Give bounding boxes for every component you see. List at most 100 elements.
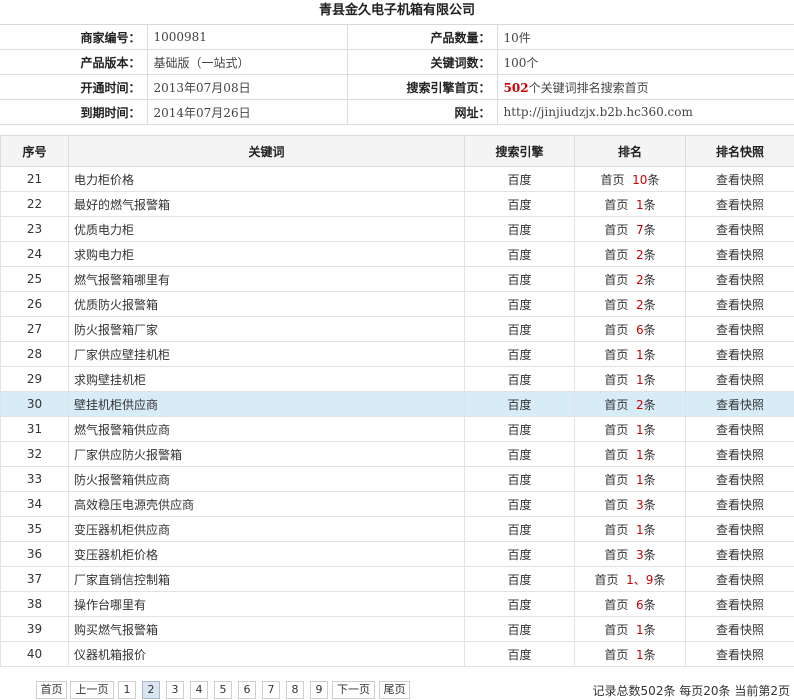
table-row: 24 求购电力柜 百度 首页 2条 查看快照 — [0, 241, 794, 267]
url-label: 网址： — [347, 99, 498, 125]
expire-value: 2014年07月26日 — [147, 99, 348, 125]
page-number-button[interactable]: 7 — [262, 681, 280, 699]
rank-prefix: 首页 — [604, 247, 629, 262]
engine-cell: 百度 — [464, 341, 575, 367]
snapshot-cell: 查看快照 — [685, 591, 794, 617]
rank-number: 6 — [636, 597, 644, 612]
table-header-row: 序号 关键词 搜索引擎 排名 排名快照 — [0, 135, 794, 167]
view-snapshot-link[interactable]: 查看快照 — [716, 648, 764, 662]
rank-prefix: 首页 — [604, 372, 629, 387]
rank-suffix: 条 — [643, 647, 656, 662]
rank-number: 3 — [636, 497, 644, 512]
table-row: 25 燃气报警箱哪里有 百度 首页 2条 查看快照 — [0, 266, 794, 292]
rank-cell: 首页 2条 — [574, 391, 686, 417]
rank-suffix: 条 — [643, 422, 656, 437]
keyword-ranking-table: 序号 关键词 搜索引擎 排名 排名快照 21 电力柜价格 百度 首页 10条 查看快照 2… — [0, 135, 794, 667]
engine-home-text: 个关键词排名搜索首页 — [528, 80, 649, 95]
url-value[interactable]: http://jinjiudzjx.b2b.hc360.com — [497, 99, 794, 125]
view-snapshot-link[interactable]: 查看快照 — [716, 223, 764, 237]
rank-cell: 首页 1条 — [574, 641, 686, 667]
engine-cell: 百度 — [464, 566, 575, 592]
prev-page-button[interactable]: 上一页 — [70, 681, 114, 699]
view-snapshot-link[interactable]: 查看快照 — [716, 473, 764, 487]
row-number: 26 — [0, 291, 69, 317]
keyword-cell: 操作台哪里有 — [68, 591, 465, 617]
table-row: 26 优质防火报警箱 百度 首页 2条 查看快照 — [0, 291, 794, 317]
row-number: 31 — [0, 416, 69, 442]
engine-cell: 百度 — [464, 266, 575, 292]
view-snapshot-link[interactable]: 查看快照 — [716, 198, 764, 212]
row-number: 25 — [0, 266, 69, 292]
view-snapshot-link[interactable]: 查看快照 — [716, 598, 764, 612]
engine-cell: 百度 — [464, 241, 575, 267]
table-row: 37 厂家直销信控制箱 百度 首页 1、9条 查看快照 — [0, 566, 794, 592]
view-snapshot-link[interactable]: 查看快照 — [716, 173, 764, 187]
keyword-cell: 燃气报警箱哪里有 — [68, 266, 465, 292]
page-number-button[interactable]: 1 — [118, 681, 136, 699]
view-snapshot-link[interactable]: 查看快照 — [716, 273, 764, 287]
engine-cell: 百度 — [464, 416, 575, 442]
product-count-value: 10件 — [497, 24, 794, 50]
table-row: 35 变压器机柜供应商 百度 首页 1条 查看快照 — [0, 516, 794, 542]
page-number-button[interactable]: 3 — [166, 681, 184, 699]
engine-cell: 百度 — [464, 166, 575, 192]
engine-cell: 百度 — [464, 641, 575, 667]
view-snapshot-link[interactable]: 查看快照 — [716, 523, 764, 537]
snapshot-cell: 查看快照 — [685, 491, 794, 517]
rank-suffix: 条 — [643, 522, 656, 537]
view-snapshot-link[interactable]: 查看快照 — [716, 373, 764, 387]
view-snapshot-link[interactable]: 查看快照 — [716, 623, 764, 637]
engine-home-count: 502 — [503, 80, 529, 95]
page-number-button[interactable]: 5 — [214, 681, 232, 699]
rank-prefix: 首页 — [604, 347, 629, 362]
last-page-button[interactable]: 尾页 — [379, 681, 410, 699]
keyword-cell: 优质防火报警箱 — [68, 291, 465, 317]
page-number-button[interactable]: 8 — [286, 681, 304, 699]
row-number: 27 — [0, 316, 69, 342]
view-snapshot-link[interactable]: 查看快照 — [716, 248, 764, 262]
merchant-id-value: 1000981 — [147, 24, 348, 50]
rank-cell: 首页 6条 — [574, 591, 686, 617]
rank-cell: 首页 2条 — [574, 241, 686, 267]
page-number-button[interactable]: 9 — [310, 681, 328, 699]
engine-cell: 百度 — [464, 291, 575, 317]
table-row: 22 最好的燃气报警箱 百度 首页 1条 查看快照 — [0, 191, 794, 217]
view-snapshot-link[interactable]: 查看快照 — [716, 323, 764, 337]
view-snapshot-link[interactable]: 查看快照 — [716, 298, 764, 312]
rank-number: 1 — [636, 422, 644, 437]
page-number-button[interactable]: 4 — [190, 681, 208, 699]
keyword-count-label: 关键词数： — [347, 49, 498, 75]
rank-number: 1 — [636, 647, 644, 662]
rank-cell: 首页 1条 — [574, 341, 686, 367]
next-page-button[interactable]: 下一页 — [332, 681, 375, 699]
keyword-cell: 高效稳压电源壳供应商 — [68, 491, 465, 517]
engine-cell: 百度 — [464, 391, 575, 417]
table-row: 40 仪器机箱报价 百度 首页 1条 查看快照 — [0, 641, 794, 667]
first-page-button[interactable]: 首页 — [36, 681, 67, 699]
product-count-label: 产品数量： — [347, 24, 498, 50]
open-time-label: 开通时间： — [0, 74, 148, 100]
view-snapshot-link[interactable]: 查看快照 — [716, 548, 764, 562]
header-engine: 搜索引擎 — [464, 135, 575, 167]
page-number-button[interactable]: 2 — [142, 681, 160, 699]
view-snapshot-link[interactable]: 查看快照 — [716, 448, 764, 462]
view-snapshot-link[interactable]: 查看快照 — [716, 573, 764, 587]
snapshot-cell: 查看快照 — [685, 341, 794, 367]
rank-cell: 首页 1条 — [574, 416, 686, 442]
view-snapshot-link[interactable]: 查看快照 — [716, 348, 764, 362]
view-snapshot-link[interactable]: 查看快照 — [716, 423, 764, 437]
engine-cell: 百度 — [464, 541, 575, 567]
rank-number: 2 — [636, 297, 644, 312]
rank-prefix: 首页 — [604, 422, 629, 437]
table-row: 33 防火报警箱供应商 百度 首页 1条 查看快照 — [0, 466, 794, 492]
rank-number: 1 — [636, 472, 644, 487]
page-number-button[interactable]: 6 — [238, 681, 256, 699]
rank-prefix: 首页 — [604, 522, 629, 537]
keyword-cell: 厂家供应壁挂机柜 — [68, 341, 465, 367]
row-number: 37 — [0, 566, 69, 592]
merchant-id-label: 商家编号： — [0, 24, 148, 50]
view-snapshot-link[interactable]: 查看快照 — [716, 398, 764, 412]
table-row: 21 电力柜价格 百度 首页 10条 查看快照 — [0, 166, 794, 192]
rank-prefix: 首页 — [604, 222, 629, 237]
view-snapshot-link[interactable]: 查看快照 — [716, 498, 764, 512]
